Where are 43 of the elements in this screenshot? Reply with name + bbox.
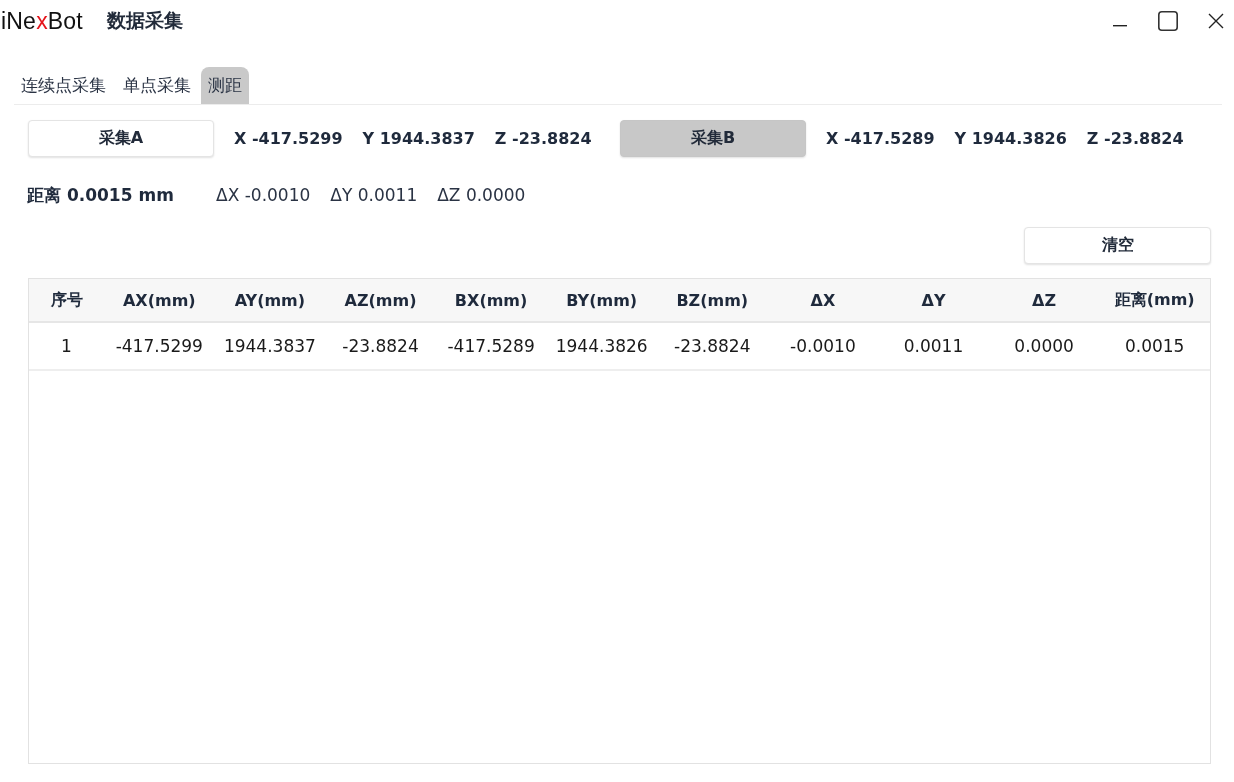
tab[interactable]: 测距 [201,67,249,104]
distance-value: 距离 0.0015 mm [27,183,175,207]
coordinate-value: Y 1944.3837 [362,129,475,148]
table-cell-text: 0.0000 [1013,336,1075,356]
table-cell-text: 1 [60,336,73,356]
column-header: ΔX [809,290,837,310]
tab[interactable]: 连续点采集 [14,67,113,104]
coordinate-value: X -417.5289 [826,129,935,148]
clear-button[interactable]: 清空 [1024,227,1211,264]
table-cell-text: -417.5299 [114,336,204,356]
table-cell-text: 1944.3837 [222,336,317,356]
coordinate-value: Z -23.8824 [494,129,592,148]
coordinate-value: X -417.5299 [234,129,343,148]
table-cell-text: -23.8824 [673,336,752,356]
column-header: 距离(mm) [1113,289,1196,311]
capture-button[interactable]: 采集B [620,120,806,157]
table-cell-text: -23.8824 [341,336,420,356]
column-header: BZ(mm) [675,290,750,310]
delta-value: ΔY 0.0011 [330,185,418,205]
delta-value: ΔX -0.0010 [216,185,311,205]
column-header: BY(mm) [565,290,639,310]
column-header: AX(mm) [121,290,197,310]
app-logo: iNexBot [1,7,84,35]
window-title: 数据采集 [107,8,183,33]
close-icon [1208,13,1224,29]
table-cell-text: -0.0010 [789,336,857,356]
table-cell-text: 0.0015 [1123,336,1186,356]
minimize-icon [1113,25,1127,27]
table-cell-text: 0.0011 [902,336,965,356]
column-header: AZ(mm) [343,290,418,310]
delta-value: ΔZ 0.0000 [437,185,526,205]
table-cell-text: -417.5289 [446,336,536,356]
column-header: ΔZ [1031,290,1058,310]
maximize-icon [1158,11,1178,31]
coordinate-value: Y 1944.3826 [954,129,1067,148]
column-header: ΔY [920,290,947,310]
coordinate-value: Z -23.8824 [1086,129,1184,148]
column-header: AY(mm) [233,290,307,310]
column-header: 序号 [49,289,84,311]
column-header: BX(mm) [453,290,529,310]
capture-button[interactable]: 采集A [28,120,214,157]
tab[interactable]: 单点采集 [116,67,198,104]
table-cell-text: 1944.3826 [554,336,649,356]
